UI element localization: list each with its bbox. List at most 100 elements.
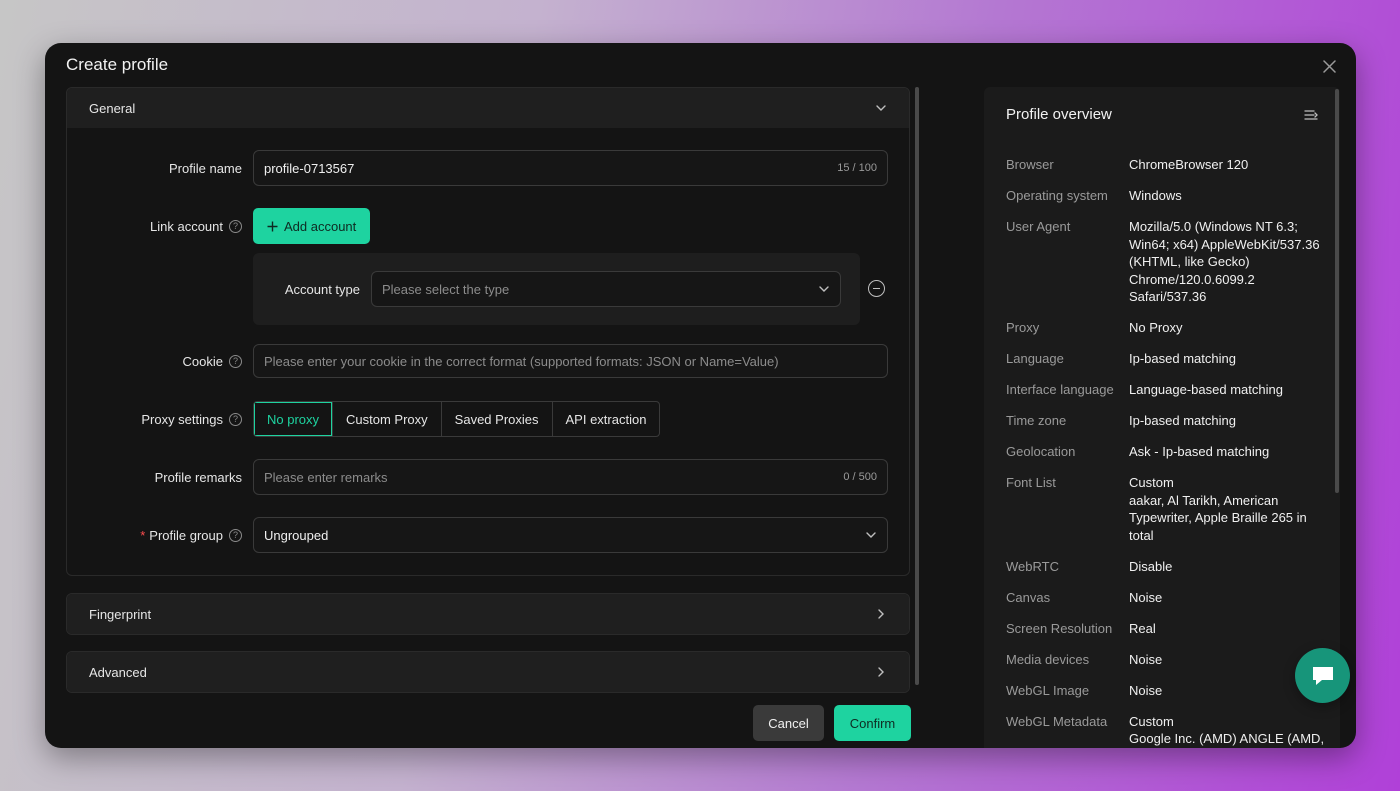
overview-key: Media devices <box>1006 651 1090 667</box>
close-button[interactable] <box>1320 57 1338 75</box>
create-profile-modal: Create profile General Profile name prof… <box>45 43 1356 748</box>
overview-value: Ip-based matching <box>1129 351 1236 366</box>
overview-key: User Agent <box>1006 219 1071 234</box>
chat-support-button[interactable] <box>1295 648 1350 703</box>
overview-key: WebRTC <box>1006 558 1059 574</box>
account-type-select[interactable]: Please select the type <box>371 271 841 307</box>
cookie-input[interactable]: Please enter your cookie in the correct … <box>253 344 888 378</box>
remove-account-button[interactable] <box>868 280 885 297</box>
help-icon[interactable]: ? <box>229 412 242 426</box>
chevron-right-icon <box>878 609 884 619</box>
overview-row: WebGL Image Noise <box>1006 682 1336 700</box>
overview-row: Language Ip-based matching <box>1006 350 1336 368</box>
link-account-label-text: Link account <box>150 218 223 234</box>
profile-remarks-label: Profile remarks <box>67 459 242 495</box>
overview-key: Proxy <box>1006 320 1040 335</box>
proxy-settings-label: Proxy settings ? <box>67 401 242 437</box>
confirm-button[interactable]: Confirm <box>834 705 911 741</box>
proxy-option-custom-proxy[interactable]: Custom Proxy <box>333 402 442 436</box>
fingerprint-section: Fingerprint <box>66 593 910 635</box>
collapse-overview-button[interactable] <box>1304 108 1318 126</box>
overview-value: Custom Google Inc. (AMD) ANGLE (AMD, <box>1129 713 1325 747</box>
overview-row: Font List Custom aakar, Al Tarikh, Americ… <box>1006 474 1336 544</box>
profile-remarks-input[interactable]: Please enter remarks 0 / 500 <box>253 459 888 495</box>
overview-key: Browser <box>1006 157 1054 172</box>
cookie-label: Cookie ? <box>67 344 242 378</box>
profile-name-counter: 15 / 100 <box>837 162 877 174</box>
advanced-section-header[interactable]: Advanced <box>67 652 909 692</box>
overview-key: Operating system <box>1006 188 1108 203</box>
proxy-settings-label-text: Proxy settings <box>141 411 223 427</box>
profile-overview-panel: Profile overview Browser ChromeBrowser 12… <box>984 87 1340 748</box>
profile-group-select[interactable]: Ungrouped <box>253 517 888 553</box>
overview-value: Custom aakar, Al Tarikh, American Typewr… <box>1129 475 1307 543</box>
account-type-label-text: Account type <box>284 281 360 297</box>
link-account-label: Link account ? <box>67 208 242 244</box>
cookie-label-text: Cookie <box>182 353 223 369</box>
chevron-down-icon <box>876 105 886 111</box>
profile-remarks-label-text: Profile remarks <box>154 469 242 485</box>
overview-value: Ip-based matching <box>1129 413 1236 428</box>
general-section: General Profile name profile-0713567 15 … <box>66 87 910 576</box>
account-type-box: Account type Please select the type <box>253 253 860 325</box>
proxy-option-saved-proxies[interactable]: Saved Proxies <box>442 402 553 436</box>
cookie-placeholder: Please enter your cookie in the correct … <box>264 353 779 369</box>
profile-overview-title: Profile overview <box>1006 106 1112 123</box>
close-icon <box>1322 59 1336 73</box>
form-scrollbar[interactable] <box>915 87 919 685</box>
fingerprint-section-header[interactable]: Fingerprint <box>67 594 909 634</box>
profile-group-label: * Profile group ? <box>67 517 242 553</box>
chevron-right-icon <box>878 667 884 677</box>
modal-title: Create profile <box>66 55 169 74</box>
overview-value: Disable <box>1129 558 1173 574</box>
profile-group-value: Ungrouped <box>264 527 329 543</box>
overview-value: Language-based matching <box>1129 382 1283 397</box>
menu-collapse-icon <box>1304 110 1318 120</box>
overview-row: WebRTC Disable <box>1006 558 1336 576</box>
proxy-settings-segmented: No proxy Custom Proxy Saved Proxies API … <box>253 401 661 437</box>
overview-row: Screen Resolution Real <box>1006 620 1336 638</box>
overview-row: Interface language Language-based matchin… <box>1006 381 1336 399</box>
profile-name-label-text: Profile name <box>169 160 242 176</box>
overview-scrollbar[interactable] <box>1335 89 1339 493</box>
overview-key: Canvas <box>1006 589 1051 605</box>
proxy-option-no-proxy[interactable]: No proxy <box>254 402 334 436</box>
advanced-section: Advanced <box>66 651 910 693</box>
general-section-header[interactable]: General <box>67 88 909 128</box>
overview-value: Mozilla/5.0 (Windows NT 6.3; Win64; x64)… <box>1129 219 1320 304</box>
account-type-placeholder: Please select the type <box>382 281 510 297</box>
overview-row: Geolocation Ask - Ip-based matching <box>1006 443 1336 461</box>
overview-key: Screen Resolution <box>1006 620 1113 636</box>
help-icon[interactable]: ? <box>229 528 242 542</box>
overview-key: WebGL Metadata <box>1006 713 1108 729</box>
overview-value: ChromeBrowser 120 <box>1129 157 1249 172</box>
overview-key: Time zone <box>1006 413 1067 428</box>
overview-value: Noise <box>1129 589 1163 605</box>
add-account-label: Add account <box>284 218 357 234</box>
general-section-title: General <box>89 100 136 116</box>
chevron-down-icon <box>819 286 829 292</box>
advanced-section-title: Advanced <box>89 664 147 680</box>
overview-row: Media devices Noise <box>1006 651 1336 669</box>
overview-value: Windows <box>1129 188 1182 203</box>
chat-icon <box>1312 666 1333 685</box>
help-icon[interactable]: ? <box>229 354 242 368</box>
overview-list: Browser ChromeBrowser 120 Operating syste… <box>1006 156 1336 748</box>
profile-name-input[interactable]: profile-0713567 15 / 100 <box>253 150 888 186</box>
overview-row: Proxy No Proxy <box>1006 319 1336 337</box>
chevron-down-icon <box>866 532 876 538</box>
overview-row: Canvas Noise <box>1006 589 1336 607</box>
cancel-button[interactable]: Cancel <box>753 705 824 741</box>
overview-row: WebGL Metadata Custom Google Inc. (AMD) A… <box>1006 713 1336 748</box>
add-account-button[interactable]: Add account <box>253 208 371 244</box>
overview-key: Geolocation <box>1006 444 1076 459</box>
overview-key: Interface language <box>1006 382 1114 397</box>
overview-value: Real <box>1129 620 1156 636</box>
profile-remarks-counter: 0 / 500 <box>843 471 877 483</box>
overview-value: No Proxy <box>1129 320 1183 335</box>
proxy-option-api-extraction[interactable]: API extraction <box>553 402 660 436</box>
help-icon[interactable]: ? <box>229 219 242 233</box>
profile-group-label-text: Profile group <box>149 527 223 543</box>
plus-icon <box>267 221 278 231</box>
minus-icon <box>873 287 880 290</box>
